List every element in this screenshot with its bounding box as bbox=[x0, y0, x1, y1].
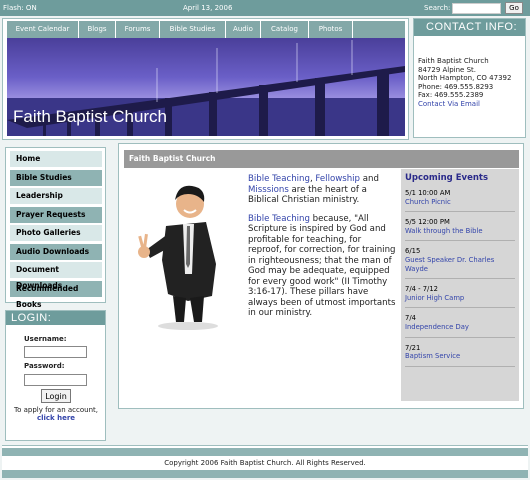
sidebar-nav: Home Bible Studies Leadership Prayer Reques… bbox=[5, 147, 106, 309]
apply-account-link[interactable]: click here bbox=[37, 414, 75, 422]
top-bar: Flash: ON April 13, 2006 Search: Go bbox=[0, 0, 530, 16]
sidebar-item-audio-downloads[interactable]: Audio Downloads bbox=[10, 243, 102, 260]
event-title-link[interactable]: Junior High Camp bbox=[405, 294, 515, 303]
contact-name: Faith Baptist Church bbox=[418, 57, 489, 65]
banner-image: Faith Baptist Church bbox=[7, 38, 405, 136]
businessman-photo bbox=[138, 185, 218, 330]
contact-email-link[interactable]: Contact Via Email bbox=[418, 100, 480, 108]
paragraph-2-rest: because, "All Scripture is inspired by G… bbox=[248, 213, 396, 319]
sidebar-item-prayer-requests[interactable]: Prayer Requests bbox=[10, 206, 102, 223]
event-title-link[interactable]: Independence Day bbox=[405, 323, 515, 332]
event-title-link[interactable]: Guest Speaker Dr. Charles Wayde bbox=[405, 256, 515, 273]
password-label: Password: bbox=[24, 362, 65, 370]
intro-paragraph-2: Bible Teaching because, "All Scripture i… bbox=[248, 214, 396, 319]
nav-item-photos[interactable]: Photos bbox=[309, 21, 353, 38]
event-date: 7/4 - 7/12 bbox=[405, 285, 438, 294]
event-date: 5/1 10:00 AM bbox=[405, 189, 451, 197]
login-note-text: To apply for an account, bbox=[14, 406, 98, 414]
flash-toggle[interactable]: Flash: ON bbox=[3, 4, 37, 12]
sidebar-item-bible-studies[interactable]: Bible Studies bbox=[10, 169, 102, 186]
password-field[interactable] bbox=[24, 374, 87, 386]
username-field[interactable] bbox=[24, 346, 87, 358]
event-item: 7/4 Independence Day bbox=[405, 314, 515, 338]
nav-item-forums[interactable]: Forums bbox=[116, 21, 160, 38]
event-item: 5/5 12:00 PM Walk through the Bible bbox=[405, 218, 515, 242]
event-title-link[interactable]: Church Picnic bbox=[405, 198, 515, 207]
contact-info-title: CONTACT INFO: bbox=[414, 19, 525, 36]
sidebar-item-leadership[interactable]: Leadership bbox=[10, 188, 102, 204]
current-date: April 13, 2006 bbox=[183, 4, 233, 12]
event-date: 6/15 bbox=[405, 247, 421, 256]
event-date: 7/21 bbox=[405, 343, 421, 352]
login-note: To apply for an account, click here bbox=[11, 406, 101, 422]
event-title-link[interactable]: Walk through the Bible bbox=[405, 227, 515, 236]
event-list: 5/1 10:00 AM Church Picnic 5/5 12:00 PM Wal… bbox=[405, 189, 515, 367]
upcoming-events-title: Upcoming Events bbox=[405, 173, 489, 183]
search-go-button[interactable]: Go bbox=[505, 2, 523, 14]
sidebar-item-document-downloads[interactable]: Document Downloads bbox=[10, 262, 102, 290]
conjunction: and bbox=[360, 174, 379, 184]
sidebar-item-home[interactable]: Home bbox=[10, 151, 102, 167]
missions-link[interactable]: Misssions bbox=[248, 185, 289, 195]
nav-item-audio[interactable]: Audio bbox=[226, 21, 261, 38]
bible-teaching-link[interactable]: Bible Teaching bbox=[248, 174, 310, 184]
nav-item-event-calendar[interactable]: Event Calendar bbox=[7, 21, 79, 38]
fellowship-link[interactable]: Fellowship bbox=[315, 174, 360, 184]
contact-city: North Hampton, CO 47392 bbox=[418, 74, 512, 83]
event-date: 7/4 bbox=[405, 314, 416, 323]
username-label: Username: bbox=[24, 335, 67, 343]
nav-item-bible-studies[interactable]: Bible Studies bbox=[160, 21, 226, 38]
contact-phone: Phone: 469.555.8293 bbox=[418, 82, 494, 91]
event-title-link[interactable]: Baptism Service bbox=[405, 352, 515, 361]
login-box: LOGIN: Username: Password: Login To appl… bbox=[5, 310, 106, 441]
login-title: LOGIN: bbox=[6, 311, 105, 325]
sidebar-item-photo-galleries[interactable]: Photo Galleries bbox=[10, 225, 102, 241]
banner-church-name: Faith Baptist Church bbox=[13, 107, 168, 126]
intro-text: Bible Teaching, Fellowship and Misssions… bbox=[248, 174, 396, 327]
event-date: 5/5 12:00 PM bbox=[405, 218, 450, 227]
intro-paragraph-1: Bible Teaching, Fellowship and Misssions… bbox=[248, 174, 396, 206]
nav-item-blogs[interactable]: Blogs bbox=[79, 21, 116, 38]
event-item: 7/4 - 7/12 Junior High Camp bbox=[405, 285, 515, 309]
footer-strip-top bbox=[2, 448, 528, 456]
search-label: Search: bbox=[424, 4, 451, 12]
copyright-text: Copyright 2006 Faith Baptist Church. All… bbox=[164, 459, 366, 467]
contact-street: 84729 Alpine St. bbox=[418, 65, 476, 74]
event-item: 6/15 Guest Speaker Dr. Charles Wayde bbox=[405, 247, 515, 280]
upcoming-events-panel: Upcoming Events 5/1 10:00 AM Church Picni… bbox=[401, 169, 519, 401]
sidebar-item-recommended-books[interactable]: Recommended Books bbox=[10, 280, 102, 309]
event-item: 7/21 Baptism Service bbox=[405, 344, 515, 367]
bible-teaching-link-2[interactable]: Bible Teaching bbox=[248, 214, 310, 224]
event-item: 5/1 10:00 AM Church Picnic bbox=[405, 189, 515, 213]
search-input[interactable] bbox=[452, 3, 501, 14]
login-button[interactable]: Login bbox=[41, 389, 71, 403]
main-nav: Event Calendar Blogs Forums Bible Studies Au… bbox=[7, 21, 405, 38]
content-header: Faith Baptist Church bbox=[124, 150, 519, 168]
footer-strip-bottom bbox=[2, 470, 528, 478]
nav-item-catalog[interactable]: Catalog bbox=[261, 21, 309, 38]
contact-fax: Fax: 469.555.2389 bbox=[418, 91, 484, 100]
contact-info-box: CONTACT INFO: Faith Baptist Church 84729… bbox=[413, 18, 526, 138]
